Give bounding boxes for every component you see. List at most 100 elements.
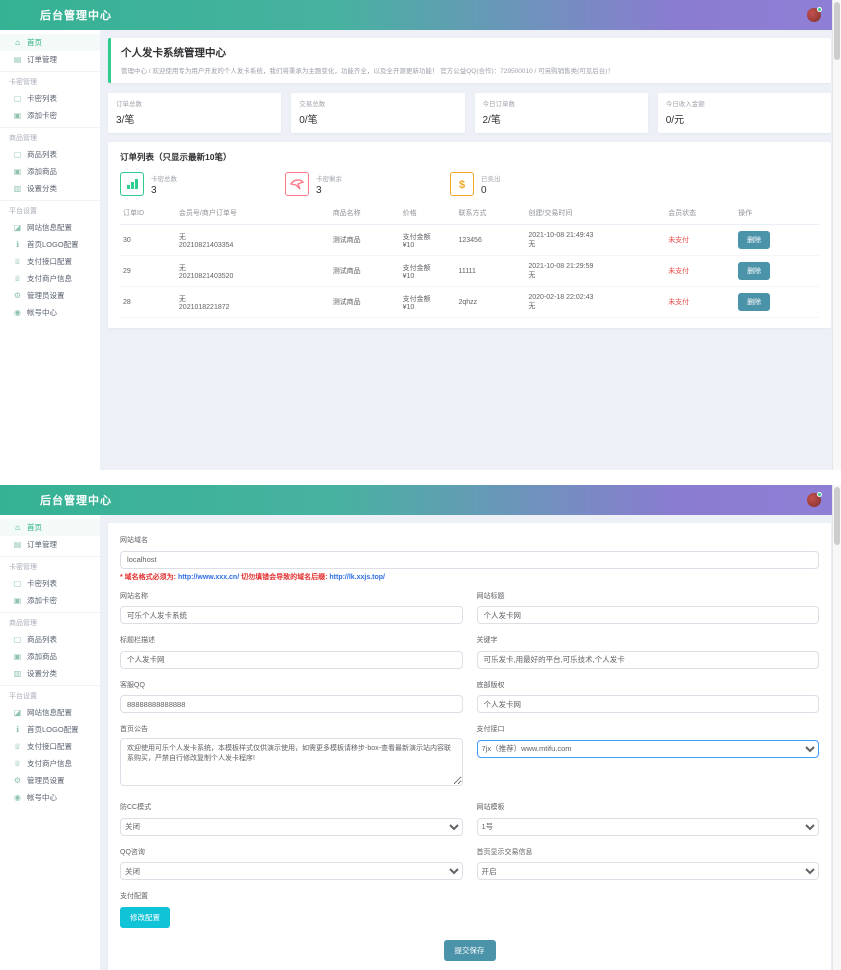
- sidebar-item-product-add[interactable]: ▣添加商品: [0, 163, 100, 180]
- sidebar-item-label: 首页: [27, 37, 42, 48]
- show-trade-label: 首页显示交易信息: [477, 847, 820, 857]
- cc-mode-select[interactable]: 关闭: [120, 818, 463, 836]
- category-icon: ▥: [13, 669, 22, 678]
- qq-consult-label: QQ咨询: [120, 847, 463, 857]
- mini-stat-label: 卡密剩余: [316, 173, 342, 183]
- product-list-icon: ▢: [13, 150, 22, 159]
- sidebar-item-logo-config[interactable]: ℹ首页LOGO配置: [0, 721, 100, 738]
- app-title: 后台管理中心: [40, 492, 112, 508]
- site-title-label: 网站标题: [477, 591, 820, 601]
- service-qq-input[interactable]: [120, 695, 463, 713]
- sidebar-item-card-add[interactable]: ▣添加卡密: [0, 107, 100, 124]
- top-bar: 后台管理中心: [0, 0, 841, 30]
- site-config-icon: ◪: [13, 708, 22, 717]
- sidebar-item-home[interactable]: ⌂首页: [0, 34, 100, 51]
- copyright-input[interactable]: [477, 695, 820, 713]
- order-cell-member: 无 20210821403354: [176, 225, 330, 256]
- stat-card: 今日收入金额0/元: [658, 93, 831, 133]
- sidebar-item-label: 添加商品: [27, 166, 57, 177]
- title-desc-input[interactable]: [120, 651, 463, 669]
- sidebar-item-card-list[interactable]: ▢卡密列表: [0, 575, 100, 592]
- scrollbar-thumb[interactable]: [834, 2, 840, 60]
- order-cell-action: 删除: [735, 256, 819, 287]
- account-center-icon: ◉: [13, 308, 22, 317]
- domain-hint: * 域名格式必须为: http://www.xxx.cn/ 切勿填错会导致的域名…: [120, 572, 819, 582]
- sidebar-item-site-config[interactable]: ◪网站信息配置: [0, 704, 100, 721]
- sidebar-item-home[interactable]: ⌂首页: [0, 519, 100, 536]
- submit-save-button[interactable]: 提交保存: [444, 940, 496, 961]
- sidebar-item-site-config[interactable]: ◪网站信息配置: [0, 219, 100, 236]
- title-desc-label: 标题栏描述: [120, 635, 463, 645]
- sidebar-item-pay-api[interactable]: ♕支付接口配置: [0, 738, 100, 755]
- sidebar-item-pay-api[interactable]: ♕支付接口配置: [0, 253, 100, 270]
- order-cell-id: 30: [120, 225, 176, 256]
- keywords-input[interactable]: [477, 651, 820, 669]
- sidebar-item-card-add[interactable]: ▣添加卡密: [0, 592, 100, 609]
- sidebar-group-header: 商品管理: [0, 127, 100, 146]
- order-cell-id: 28: [120, 287, 176, 318]
- mini-stat-value: 3: [316, 185, 342, 196]
- stat-card: 订单总数3/笔: [108, 93, 281, 133]
- domain-hint-text: 切勿填错会导致的域名后缀:: [239, 574, 329, 581]
- sidebar-item-admin[interactable]: ⚙管理员设置: [0, 772, 100, 789]
- sidebar-group-header: 平台设置: [0, 685, 100, 704]
- sidebar-group-header: 商品管理: [0, 612, 100, 631]
- domain-hint-text: http://lk.xxjs.top/: [329, 574, 385, 581]
- sidebar-item-label: 首页LOGO配置: [27, 239, 79, 250]
- sidebar-group-header: 平台设置: [0, 200, 100, 219]
- logo-config-icon: ℹ: [13, 240, 22, 249]
- template-select[interactable]: 1号: [477, 818, 820, 836]
- delete-button[interactable]: 删除: [738, 231, 770, 249]
- sidebar-item-label: 支付接口配置: [27, 741, 72, 752]
- paper-plane-icon: [285, 172, 309, 196]
- modify-config-button[interactable]: 修改配置: [120, 907, 170, 928]
- sidebar-item-card-list[interactable]: ▢卡密列表: [0, 90, 100, 107]
- site-name-input[interactable]: [120, 606, 463, 624]
- sidebar-item-pay-merchant[interactable]: ♕支付商户信息: [0, 755, 100, 772]
- table-row: 30无 20210821403354测试商品支付金额 ¥101234562021…: [120, 225, 819, 256]
- sidebar-item-category[interactable]: ▥设置分类: [0, 180, 100, 197]
- site-config-form: 网站域名 * 域名格式必须为: http://www.xxx.cn/ 切勿填错会…: [108, 523, 831, 970]
- notice-textarea[interactable]: 欢迎使用可乐个人发卡系统，本模板样式仅供演示使用，如需更多模板请移步-box-查…: [120, 738, 463, 786]
- site-title-input[interactable]: [477, 606, 820, 624]
- status-badge: 未支付: [668, 237, 689, 244]
- sidebar-item-product-list[interactable]: ▢商品列表: [0, 631, 100, 648]
- delete-button[interactable]: 删除: [738, 262, 770, 280]
- sidebar-item-pay-merchant[interactable]: ♕支付商户信息: [0, 270, 100, 287]
- sidebar: ⌂首页▤订单管理卡密管理▢卡密列表▣添加卡密商品管理▢商品列表▣添加商品▥设置分…: [0, 515, 100, 970]
- orders-icon: ▤: [13, 540, 22, 549]
- show-trade-select[interactable]: 开启: [477, 862, 820, 880]
- order-cell-contact: 11111: [455, 256, 525, 287]
- screenshot-gap: [0, 470, 841, 485]
- pay-config-label: 支付配置: [120, 891, 819, 901]
- sidebar-item-orders[interactable]: ▤订单管理: [0, 536, 100, 553]
- sidebar-item-label: 订单管理: [27, 54, 57, 65]
- delete-button[interactable]: 删除: [738, 293, 770, 311]
- sidebar-item-account[interactable]: ◉帐号中心: [0, 304, 100, 321]
- window-scrollbar[interactable]: [832, 0, 841, 470]
- sidebar-item-category[interactable]: ▥设置分类: [0, 665, 100, 682]
- admin-settings-icon: ⚙: [13, 776, 22, 785]
- sidebar-item-product-add[interactable]: ▣添加商品: [0, 648, 100, 665]
- sidebar-item-product-list[interactable]: ▢商品列表: [0, 146, 100, 163]
- orders-column-header: 创建/交易时间: [525, 202, 665, 225]
- sidebar-group-header: 卡密管理: [0, 556, 100, 575]
- table-row: 29无 20210821403520测试商品支付金额 ¥10111112021-…: [120, 256, 819, 287]
- keywords-label: 关键字: [477, 635, 820, 645]
- orders-table-body: 30无 20210821403354测试商品支付金额 ¥101234562021…: [120, 225, 819, 318]
- admin-settings-icon: ⚙: [13, 291, 22, 300]
- mini-stat-meta: 卡密剩余 3: [316, 173, 342, 196]
- sidebar-item-account[interactable]: ◉帐号中心: [0, 789, 100, 806]
- sidebar-item-orders[interactable]: ▤订单管理: [0, 51, 100, 68]
- scrollbar-thumb[interactable]: [834, 487, 840, 545]
- pay-api-select[interactable]: 7jx（推荐）www.mtifu.com: [477, 740, 820, 758]
- order-cell-product: 测试商品: [330, 256, 400, 287]
- domain-input[interactable]: [120, 551, 819, 569]
- window-scrollbar[interactable]: [832, 485, 841, 970]
- sidebar-item-admin[interactable]: ⚙ 管理员设置: [0, 287, 100, 304]
- sidebar-item-label: 管理员设置: [27, 290, 65, 301]
- sidebar-item-logo-config[interactable]: ℹ 首页LOGO配置: [0, 236, 100, 253]
- avatar[interactable]: [807, 8, 821, 22]
- qq-consult-select[interactable]: 关闭: [120, 862, 463, 880]
- avatar[interactable]: [807, 493, 821, 507]
